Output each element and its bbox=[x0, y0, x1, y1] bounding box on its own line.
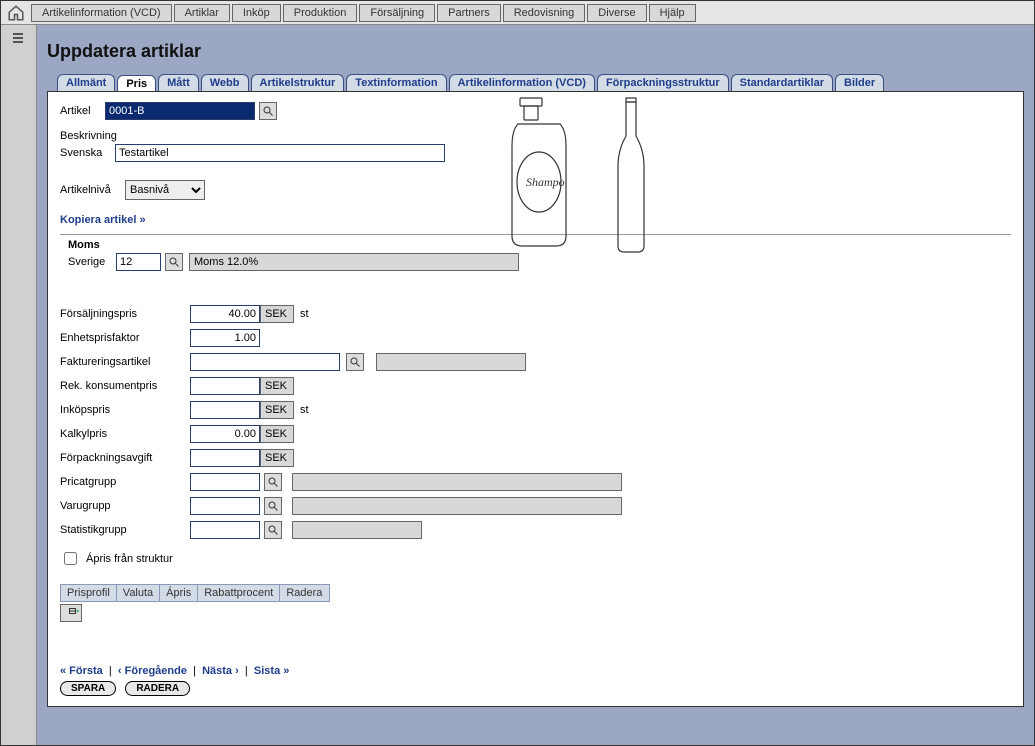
page-title: Uppdatera artiklar bbox=[47, 41, 1024, 62]
aprice-struct-checkbox[interactable] bbox=[64, 552, 77, 565]
menu-hjalp[interactable]: Hjälp bbox=[649, 4, 696, 22]
tab-bilder[interactable]: Bilder bbox=[835, 74, 884, 91]
invoicing-input[interactable] bbox=[190, 353, 340, 371]
unit-factor-input[interactable] bbox=[190, 329, 260, 347]
tab-forpackningsstruktur[interactable]: Förpackningsstruktur bbox=[597, 74, 729, 91]
sales-price-input[interactable] bbox=[190, 305, 260, 323]
add-row-button[interactable] bbox=[60, 604, 82, 622]
content-panel: Shampo Artikel Beskrivning Svens bbox=[47, 91, 1024, 707]
pricat-lookup-button[interactable] bbox=[264, 473, 282, 491]
menu-forsaljning[interactable]: Försäljning bbox=[359, 4, 435, 22]
rec-consumer-label: Rek. konsumentpris bbox=[60, 380, 190, 392]
article-level-select[interactable]: Basnivå bbox=[125, 180, 205, 200]
tab-pris[interactable]: Pris bbox=[117, 75, 156, 92]
goods-input[interactable] bbox=[190, 497, 260, 515]
tabs: Allmänt Pris Mått Webb Artikelstruktur T… bbox=[57, 74, 1024, 91]
svg-text:Shampo: Shampo bbox=[526, 175, 565, 189]
tab-artikelstruktur[interactable]: Artikelstruktur bbox=[251, 74, 345, 91]
description-lang-label: Svenska bbox=[60, 147, 115, 159]
save-button[interactable]: SPARA bbox=[60, 681, 116, 696]
goods-lookup-button[interactable] bbox=[264, 497, 282, 515]
th-prisprofil: Prisprofil bbox=[61, 585, 117, 601]
vat-desc: Moms 12.0% bbox=[189, 253, 519, 271]
tab-allmant[interactable]: Allmänt bbox=[57, 74, 115, 91]
menu-artiklar[interactable]: Artiklar bbox=[174, 4, 230, 22]
packaging-fee-currency: SEK bbox=[260, 449, 294, 467]
goods-label: Varugrupp bbox=[60, 500, 190, 512]
tab-textinformation[interactable]: Textinformation bbox=[346, 74, 446, 91]
stat-input[interactable] bbox=[190, 521, 260, 539]
tab-matt[interactable]: Mått bbox=[158, 74, 199, 91]
sales-price-unit: st bbox=[300, 308, 309, 320]
pricat-label: Pricatgrupp bbox=[60, 476, 190, 488]
rec-consumer-currency: SEK bbox=[260, 377, 294, 395]
stat-desc bbox=[292, 521, 422, 539]
article-level-label: Artikelnivå bbox=[60, 184, 125, 196]
th-apris: Ápris bbox=[160, 585, 198, 601]
stat-lookup-button[interactable] bbox=[264, 521, 282, 539]
description-label: Beskrivning bbox=[60, 130, 117, 142]
purchase-input[interactable] bbox=[190, 401, 260, 419]
purchase-currency: SEK bbox=[260, 401, 294, 419]
calc-currency: SEK bbox=[260, 425, 294, 443]
menu-partners[interactable]: Partners bbox=[437, 4, 501, 22]
unit-factor-label: Enhetsprisfaktor bbox=[60, 332, 190, 344]
vat-code-input[interactable] bbox=[116, 253, 161, 271]
aprice-struct-label: Ápris från struktur bbox=[86, 553, 173, 565]
stat-label: Statistikgrupp bbox=[60, 524, 190, 536]
top-menu-bar: Artikelinformation (VCD) Artiklar Inköp … bbox=[1, 1, 1034, 25]
home-icon[interactable] bbox=[7, 4, 25, 22]
goods-desc bbox=[292, 497, 622, 515]
menu-redovisning[interactable]: Redovisning bbox=[503, 4, 586, 22]
th-valuta: Valuta bbox=[117, 585, 160, 601]
tab-standardartiklar[interactable]: Standardartiklar bbox=[731, 74, 833, 91]
purchase-unit: st bbox=[300, 404, 309, 416]
menu-produktion[interactable]: Produktion bbox=[283, 4, 358, 22]
tab-webb[interactable]: Webb bbox=[201, 74, 249, 91]
description-input[interactable] bbox=[115, 144, 445, 162]
sales-price-currency: SEK bbox=[260, 305, 294, 323]
main-area: Uppdatera artiklar Allmänt Pris Mått Web… bbox=[37, 25, 1034, 745]
vat-lookup-button[interactable] bbox=[165, 253, 183, 271]
th-rabatt: Rabattprocent bbox=[198, 585, 280, 601]
menu-inkop[interactable]: Inköp bbox=[232, 4, 281, 22]
sales-price-label: Försäljningspris bbox=[60, 308, 190, 320]
calc-label: Kalkylpris bbox=[60, 428, 190, 440]
nav-prev[interactable]: ‹ Föregående bbox=[118, 665, 187, 677]
rec-consumer-input[interactable] bbox=[190, 377, 260, 395]
invoicing-desc bbox=[376, 353, 526, 371]
product-illustration: Shampo bbox=[478, 96, 688, 266]
menu-artikelinformation[interactable]: Artikelinformation (VCD) bbox=[31, 4, 172, 22]
packaging-fee-input[interactable] bbox=[190, 449, 260, 467]
invoicing-label: Faktureringsartikel bbox=[60, 356, 190, 368]
delete-button[interactable]: RADERA bbox=[125, 681, 190, 696]
menu-diverse[interactable]: Diverse bbox=[587, 4, 646, 22]
nav-next[interactable]: Nästa › bbox=[202, 665, 239, 677]
tab-artikelinformation-vcd[interactable]: Artikelinformation (VCD) bbox=[449, 74, 595, 91]
nav-last[interactable]: Sista » bbox=[254, 665, 289, 677]
copy-article-link[interactable]: Kopiera artikel » bbox=[60, 214, 146, 226]
pricat-input[interactable] bbox=[190, 473, 260, 491]
vat-country-label: Sverige bbox=[68, 256, 116, 268]
invoicing-lookup-button[interactable] bbox=[346, 353, 364, 371]
article-lookup-button[interactable] bbox=[259, 102, 277, 120]
price-profile-table-header: Prisprofil Valuta Ápris Rabattprocent Ra… bbox=[60, 584, 330, 602]
nav-first[interactable]: « Första bbox=[60, 665, 103, 677]
grip-icon[interactable] bbox=[11, 31, 25, 45]
th-radera: Radera bbox=[280, 585, 328, 601]
article-input[interactable] bbox=[105, 102, 255, 120]
purchase-label: Inköpspris bbox=[60, 404, 190, 416]
pricat-desc bbox=[292, 473, 622, 491]
record-nav: « Första | ‹ Föregående | Nästa › | Sist… bbox=[60, 665, 289, 696]
left-sidebar bbox=[1, 25, 37, 745]
article-label: Artikel bbox=[60, 105, 105, 117]
calc-input[interactable] bbox=[190, 425, 260, 443]
packaging-fee-label: Förpackningsavgift bbox=[60, 452, 190, 464]
